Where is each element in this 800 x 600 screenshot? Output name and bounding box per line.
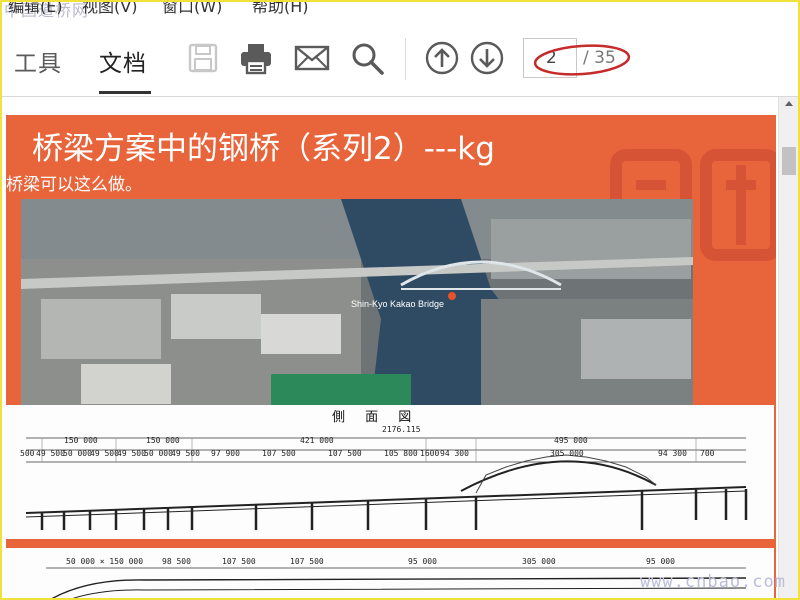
- dim-row2-10: 105 800: [384, 449, 418, 458]
- active-tab-indicator: [99, 91, 151, 94]
- dim-top-4: 495 000: [554, 436, 588, 445]
- dim-row2-9: 107 500: [328, 449, 362, 458]
- slide-page: 桥梁方案中的钢桥（系列2）---kg 桥梁可以这么做。 Shin-Kyo Kak…: [6, 115, 776, 598]
- toolbar-separator: [405, 38, 406, 80]
- menu-window[interactable]: 窗口(W): [162, 2, 222, 17]
- arrow-up-circle-icon: [425, 41, 459, 75]
- dim-lower-4: 95 000: [408, 557, 437, 566]
- print-icon: [241, 44, 271, 75]
- dim-row2-8: 107 500: [262, 449, 296, 458]
- tab-tools[interactable]: 工具: [14, 44, 62, 78]
- mail-icon: [294, 45, 330, 71]
- menu-view[interactable]: 视图(V): [82, 2, 137, 17]
- menu-bar: 中国道桥网 编辑(E) 视图(V) 窗口(W) 帮助(H): [2, 2, 798, 20]
- dim-total: 2176.115: [382, 425, 421, 434]
- site-watermark-bottom: www.cnbao.com: [639, 572, 786, 592]
- dim-lower-2: 107 500: [222, 557, 256, 566]
- dim-row2-1: 49 500: [36, 449, 65, 458]
- dim-top-1: 150 000: [64, 436, 98, 445]
- search-icon: [352, 43, 384, 75]
- dim-row2-14: 94 300: [658, 449, 687, 458]
- dim-lower-6: 95 000: [646, 557, 675, 566]
- dim-lower-0: 50 000 × 150 000: [66, 557, 144, 566]
- dim-row2-0: 500: [20, 449, 35, 458]
- next-page-button[interactable]: [469, 40, 505, 76]
- scrollbar-thumb[interactable]: [782, 147, 796, 175]
- save-button[interactable]: [185, 40, 221, 76]
- document-viewport[interactable]: 桥梁方案中的钢桥（系列2）---kg 桥梁可以这么做。 Shin-Kyo Kak…: [2, 97, 778, 598]
- dim-row2-12: 94 300: [440, 449, 469, 458]
- dim-row2-3: 49 500: [90, 449, 119, 458]
- dim-row2-6: 49 500: [171, 449, 200, 458]
- dim-row2-2: 50 000: [63, 449, 92, 458]
- aerial-bridge-photo: Shin-Kyo Kakao Bridge: [21, 199, 693, 407]
- print-button[interactable]: [238, 40, 274, 76]
- search-button[interactable]: [349, 40, 385, 76]
- dim-top-2: 150 000: [146, 436, 180, 445]
- side-elevation-drawing: 側 面 図 2176.115 150 000 150 000 421 000 4…: [6, 405, 774, 539]
- dim-row2-11: 1600: [420, 449, 440, 458]
- dim-row2-7: 97 900: [211, 449, 240, 458]
- dim-row2-4: 49 500: [117, 449, 146, 458]
- arrow-down-circle-icon: [470, 41, 504, 75]
- vertical-scrollbar[interactable]: [778, 97, 798, 598]
- menu-help[interactable]: 帮助(H): [252, 2, 309, 17]
- dim-row2-15: 700: [700, 449, 715, 458]
- dim-row2-13: 305 000: [550, 449, 584, 458]
- previous-page-button[interactable]: [424, 40, 460, 76]
- page-number-input[interactable]: 2: [523, 38, 577, 78]
- dim-lower-5: 305 000: [522, 557, 556, 566]
- toolbar: 工具 文档 2 / 35: [2, 24, 798, 97]
- dim-row2-5: 50 000: [144, 449, 173, 458]
- app-window: 中国道桥网 编辑(E) 视图(V) 窗口(W) 帮助(H) 工具 文档 2 / …: [0, 0, 800, 600]
- slide-subtitle: 桥梁可以这么做。: [6, 175, 142, 195]
- dim-lower-1: 98 500: [162, 557, 191, 566]
- save-icon: [188, 43, 218, 73]
- dim-lower-3: 107 500: [290, 557, 324, 566]
- mail-button[interactable]: [294, 40, 330, 76]
- menu-edit[interactable]: 编辑(E): [8, 2, 63, 17]
- tab-document[interactable]: 文档: [99, 44, 147, 78]
- page-total: / 35: [583, 48, 616, 68]
- slide-title: 桥梁方案中的钢桥（系列2）---kg: [32, 131, 495, 167]
- dim-top-3: 421 000: [300, 436, 334, 445]
- scroll-up-arrow-icon[interactable]: [785, 101, 793, 106]
- photo-location-label: Shin-Kyo Kakao Bridge: [351, 299, 444, 309]
